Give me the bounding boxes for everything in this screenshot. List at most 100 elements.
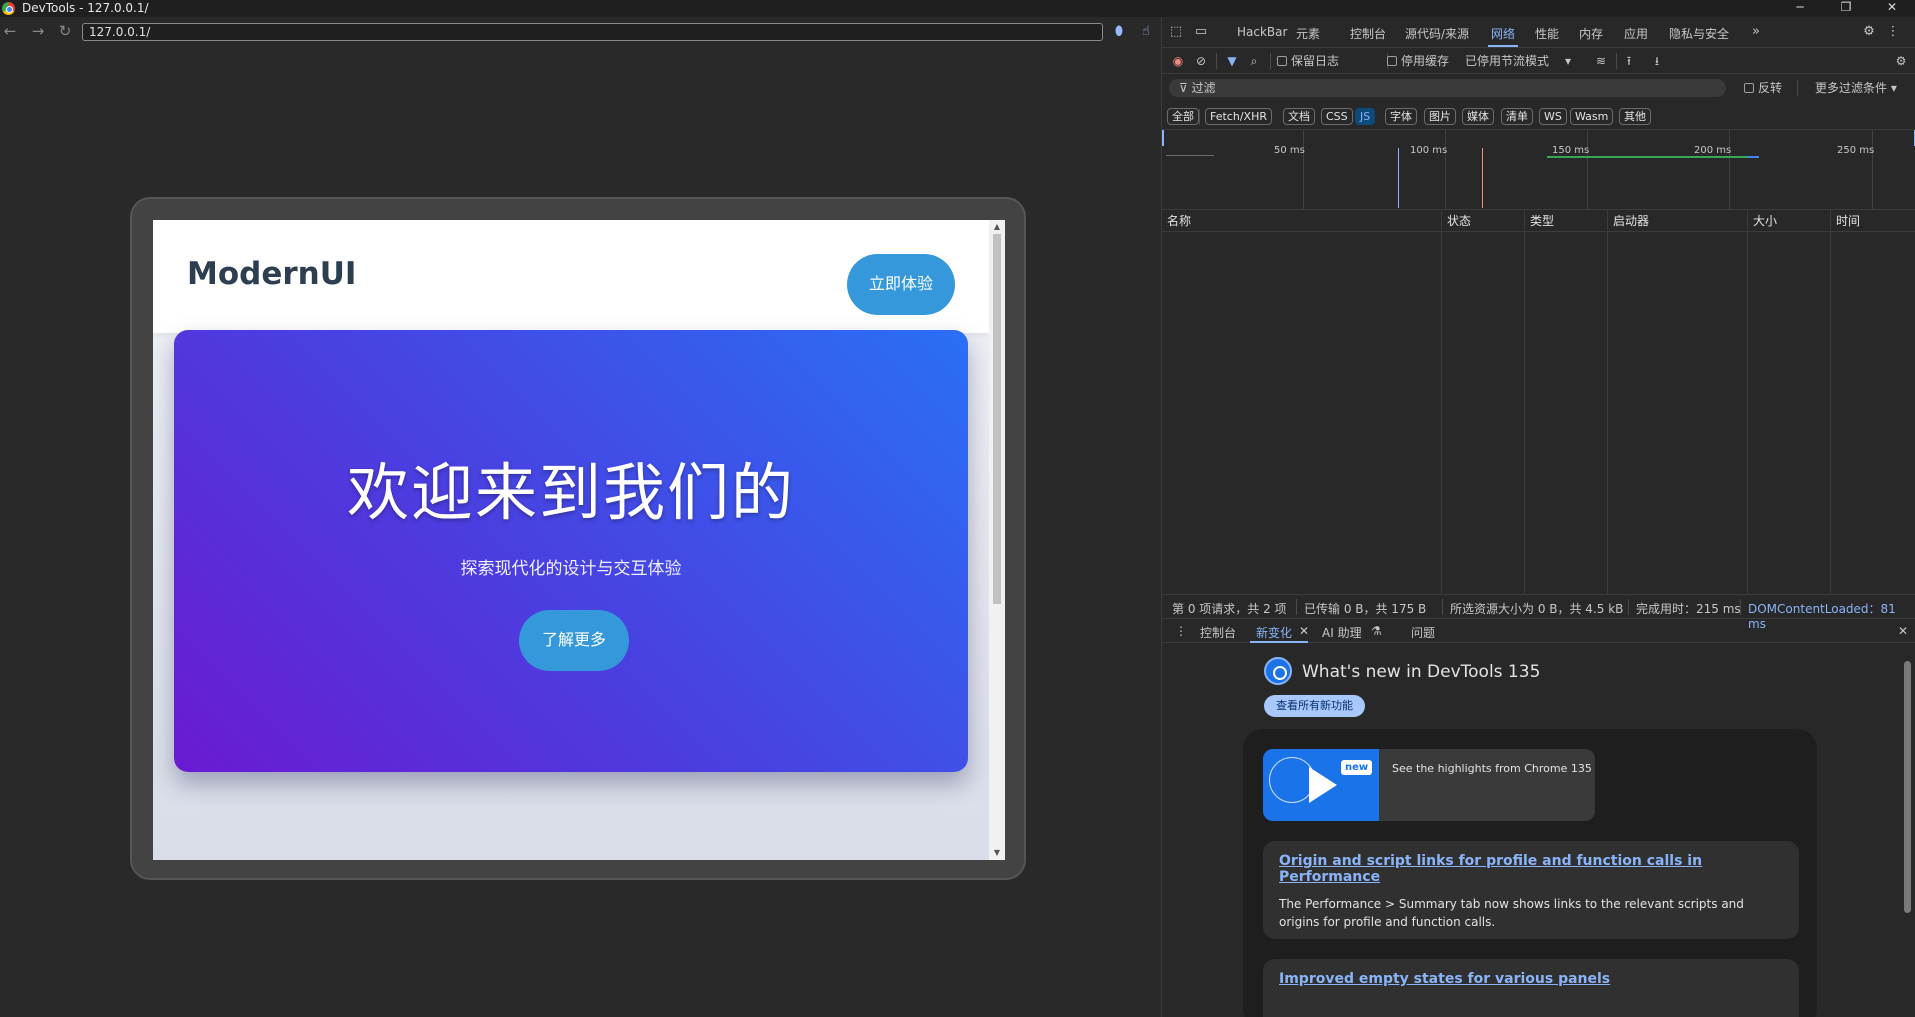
device-frame: ModernUI 立即体验 欢迎来到我们的 探索现代化的设计与交互体验 了解更多… — [130, 197, 1026, 880]
filter-input[interactable]: ⊽ 过滤 — [1169, 79, 1726, 97]
maximize-button[interactable]: ❐ — [1823, 0, 1869, 17]
see-all-features-button[interactable]: 查看所有新功能 — [1264, 695, 1365, 717]
type-filter-doc[interactable]: 文档 — [1283, 108, 1315, 125]
tab-hackbar[interactable]: HackBar — [1237, 25, 1287, 39]
scroll-down-icon[interactable]: ▼ — [989, 846, 1005, 860]
checkbox-box[interactable] — [1744, 83, 1754, 93]
checkbox-box[interactable] — [1387, 56, 1397, 66]
tab-privacy-security[interactable]: 隐私与安全 — [1669, 25, 1729, 42]
device-toolbar-icon[interactable]: ▭ — [1192, 23, 1210, 41]
type-filter-img[interactable]: 图片 — [1424, 108, 1456, 125]
column-size[interactable]: 大小 — [1747, 210, 1830, 232]
tab-sources[interactable]: 源代码/来源 — [1405, 25, 1469, 42]
window-titlebar: DevTools - 127.0.0.1/ ─ ❐ ✕ — [0, 0, 1915, 17]
resource-type-filters: 全部 Fetch/XHR 文档 CSS JS 字体 图片 媒体 清单 WS Wa… — [1162, 102, 1915, 130]
tab-elements[interactable]: 元素 — [1296, 25, 1320, 42]
tab-memory[interactable]: 内存 — [1579, 25, 1603, 42]
whats-new-scrollbar[interactable] — [1902, 645, 1912, 1017]
header-cta-button[interactable]: 立即体验 — [847, 254, 955, 315]
more-filters-dropdown[interactable]: 更多过滤条件 ▾ — [1815, 79, 1897, 97]
tab-application[interactable]: 应用 — [1624, 25, 1648, 42]
type-filter-all[interactable]: 全部 — [1167, 108, 1199, 125]
timeline-handle-left[interactable] — [1162, 130, 1164, 146]
clear-icon[interactable]: ⊘ — [1192, 52, 1210, 70]
column-status[interactable]: 状态 — [1441, 210, 1524, 232]
tab-performance[interactable]: 性能 — [1535, 25, 1559, 42]
inspect-element-icon[interactable]: ⬚ — [1167, 23, 1185, 41]
browser-area: ← → ↻ 127.0.0.1/ ⬮ ☝ ModernUI 立即体验 欢迎来到我… — [0, 17, 1160, 1017]
column-name[interactable]: 名称 — [1162, 210, 1441, 232]
page-scrollbar[interactable]: ▲ ▼ — [989, 220, 1005, 860]
checkbox-box[interactable] — [1277, 56, 1287, 66]
throttle-select[interactable]: 已停用节流模式 ▾ — [1465, 52, 1571, 70]
play-icon — [1309, 767, 1337, 803]
close-tab-icon[interactable]: ✕ — [1299, 624, 1309, 638]
request-table-header: 名称 状态 类型 启动器 大小 时间 — [1162, 210, 1915, 232]
transferred-size: 已传输 0 B，共 175 B — [1304, 602, 1427, 616]
timeline-tick-label: 50 ms — [1274, 145, 1305, 156]
network-settings-icon[interactable]: ⚙ — [1892, 52, 1910, 70]
timeline-request-bar — [1547, 156, 1747, 158]
tab-network[interactable]: 网络 — [1487, 25, 1519, 47]
import-har-icon[interactable]: ⭱ — [1620, 52, 1638, 70]
drawer-tab-ai-assistant[interactable]: AI 助理 — [1322, 624, 1362, 641]
timeline-request-bar — [1166, 155, 1214, 156]
new-badge: new — [1341, 760, 1373, 775]
minimize-button[interactable]: ─ — [1777, 0, 1823, 17]
hero-cta-button[interactable]: 了解更多 — [519, 610, 629, 671]
hero-subtitle: 探索现代化的设计与交互体验 — [460, 559, 682, 579]
scroll-up-icon[interactable]: ▲ — [989, 220, 1005, 234]
network-conditions-icon[interactable]: ≋ — [1592, 52, 1610, 70]
highlights-video-card[interactable]: new See the highlights from Chrome 135 — [1263, 749, 1595, 821]
kebab-menu-icon[interactable]: ⋮ — [1884, 23, 1902, 41]
export-har-icon[interactable]: ⭳ — [1648, 52, 1666, 70]
type-filter-font[interactable]: 字体 — [1385, 108, 1417, 125]
whats-new-panel: What's new in DevTools 135 查看所有新功能 new S… — [1162, 643, 1915, 1017]
record-stop-icon[interactable]: ◉ — [1169, 52, 1187, 70]
more-tabs-icon[interactable]: » — [1747, 23, 1765, 41]
type-filter-media[interactable]: 媒体 — [1462, 108, 1494, 125]
type-filter-js[interactable]: JS — [1355, 108, 1376, 125]
toolbar-divider — [1296, 599, 1297, 615]
back-icon[interactable]: ← — [0, 21, 20, 41]
scrollbar-thumb[interactable] — [993, 234, 1001, 604]
site-logo[interactable]: ModernUI — [187, 256, 356, 292]
drawer-menu-icon[interactable]: ⋮ — [1175, 624, 1187, 638]
drawer-tab-whats-new[interactable]: 新变化 — [1249, 624, 1309, 643]
drawer-tab-console[interactable]: 控制台 — [1200, 624, 1236, 641]
type-filter-fetch-xhr[interactable]: Fetch/XHR — [1205, 108, 1272, 125]
drawer-tab-issues[interactable]: 问题 — [1411, 624, 1435, 641]
address-bar[interactable]: 127.0.0.1/ — [82, 23, 1103, 41]
mouse-extension-icon[interactable]: ⬮ — [1111, 24, 1127, 40]
timeline-gridline — [1729, 130, 1730, 210]
filter-row: ⊽ 过滤 反转 更多过滤条件 ▾ — [1162, 74, 1915, 102]
disable-cache-checkbox[interactable]: 停用缓存 — [1387, 52, 1449, 70]
timeline-tick-label: 150 ms — [1552, 145, 1590, 156]
type-filter-manifest[interactable]: 清单 — [1501, 108, 1533, 125]
timeline-tick-label: 200 ms — [1694, 145, 1732, 156]
feature-link[interactable]: Improved empty states for various panels — [1279, 971, 1783, 987]
preserve-log-checkbox[interactable]: 保留日志 — [1277, 52, 1339, 70]
touch-extension-icon[interactable]: ☝ — [1138, 24, 1154, 40]
type-filter-css[interactable]: CSS — [1321, 108, 1353, 125]
network-overview-timeline[interactable]: 50 ms 100 ms 150 ms 200 ms 250 ms — [1162, 130, 1915, 210]
settings-gear-icon[interactable]: ⚙ — [1860, 23, 1878, 41]
reload-icon[interactable]: ↻ — [55, 21, 75, 41]
close-window-button[interactable]: ✕ — [1869, 0, 1915, 17]
timeline-gridline — [1303, 130, 1304, 210]
invert-checkbox[interactable]: 反转 — [1744, 79, 1782, 97]
type-filter-wasm[interactable]: Wasm — [1570, 108, 1614, 125]
column-initiator[interactable]: 启动器 — [1607, 210, 1747, 232]
close-drawer-icon[interactable]: ✕ — [1898, 624, 1908, 638]
forward-icon[interactable]: → — [28, 21, 48, 41]
type-filter-ws[interactable]: WS — [1539, 108, 1567, 125]
toolbar-divider — [1216, 53, 1217, 69]
type-filter-other[interactable]: 其他 — [1619, 108, 1651, 125]
tab-console[interactable]: 控制台 — [1350, 25, 1386, 42]
scrollbar-thumb[interactable] — [1904, 661, 1911, 913]
filter-icon[interactable]: ▼ — [1223, 52, 1241, 70]
column-type[interactable]: 类型 — [1524, 210, 1607, 232]
search-icon[interactable]: ⌕ — [1245, 52, 1263, 70]
feature-link[interactable]: Origin and script links for profile and … — [1279, 853, 1783, 885]
column-time[interactable]: 时间 — [1830, 210, 1915, 232]
